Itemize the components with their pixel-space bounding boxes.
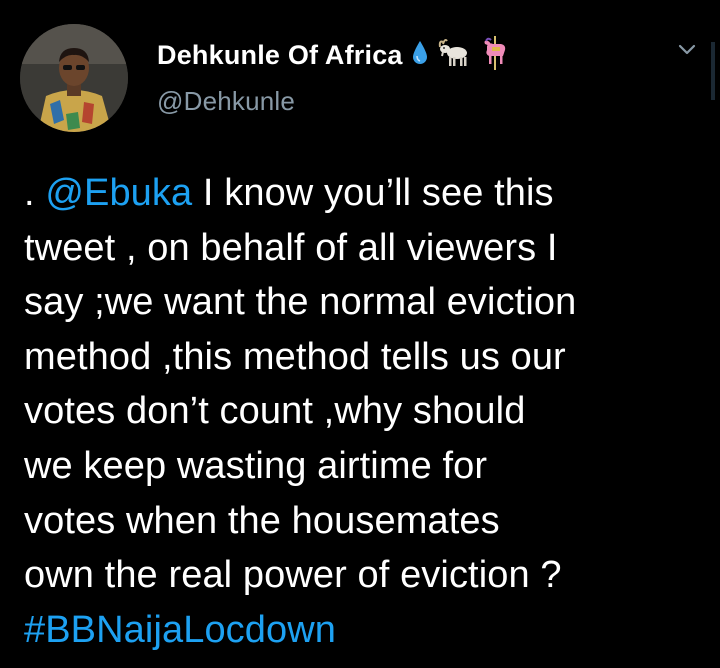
tweet-body: I know you’ll see this tweet , on behalf…: [24, 172, 577, 597]
tweet-text: . @Ebuka I know you’ll see this tweet , …: [24, 166, 704, 657]
chevron-down-icon[interactable]: [672, 38, 702, 60]
author-display-name[interactable]: Dehkunle Of Africa: [157, 40, 403, 71]
scroll-indicator: [711, 42, 715, 100]
hashtag-link[interactable]: #BBNaijaLocdown: [24, 609, 336, 651]
author-handle[interactable]: @Dehkunle: [157, 86, 295, 117]
droplet-emoji: [411, 40, 429, 71]
goat-emoji: [437, 38, 471, 73]
avatar[interactable]: [20, 24, 128, 132]
tweet: Dehkunle Of Africa @Dehkunle . @Ebuka I …: [0, 0, 720, 668]
carousel-horse-emoji: [479, 35, 511, 75]
author-name-row[interactable]: Dehkunle Of Africa: [157, 35, 511, 75]
tweet-prefix: .: [24, 172, 46, 214]
mention-link[interactable]: @Ebuka: [45, 172, 192, 214]
